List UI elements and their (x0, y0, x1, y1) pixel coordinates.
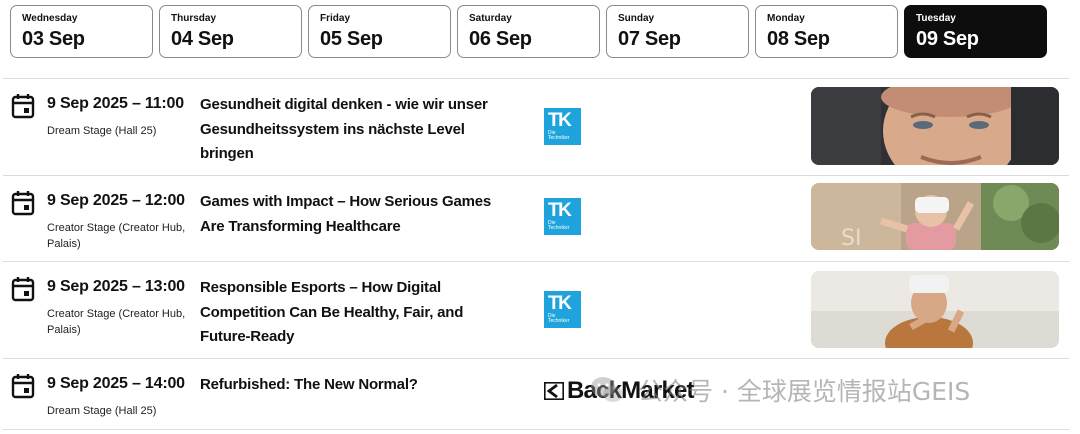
session-datetime: 9 Sep 2025 – 13:00 (47, 278, 185, 295)
day-weekday: Friday (320, 13, 351, 24)
day-date: 06 Sep (469, 28, 532, 50)
vr-child-photo-image: SI (811, 183, 1059, 250)
vr-woman-photo-image (811, 271, 1059, 348)
tk-mark: TK (548, 200, 572, 221)
session-venue: Dream Stage (Hall 25) (47, 125, 157, 137)
day-tab-thursday[interactable]: Thursday 04 Sep (159, 5, 302, 58)
watermark-text: 公众号 · 全球展览情报站GEIS (638, 377, 971, 406)
session-row[interactable]: 9 Sep 2025 – 12:00 Creator Stage (Creato… (3, 175, 1069, 261)
sponsor-logo-tk: TK Die Techniker (544, 198, 581, 235)
session-title[interactable]: Responsible Esports – How Digital Compet… (200, 276, 510, 350)
session-venue: Creator Stage (Creator Hub, Palais) (47, 308, 186, 336)
day-tab-wednesday[interactable]: Wednesday 03 Sep (10, 5, 153, 58)
tk-subtitle: Die Techniker (548, 220, 570, 231)
session-image (811, 87, 1059, 165)
watermark: 公众号 · 全球展览情报站GEIS (590, 372, 970, 408)
day-date: 03 Sep (22, 28, 85, 50)
day-weekday: Wednesday (22, 13, 78, 24)
session-image: SI (811, 183, 1059, 250)
session-row[interactable]: 9 Sep 2025 – 13:00 Creator Stage (Creato… (3, 261, 1069, 358)
session-title[interactable]: Refurbished: The New Normal? (200, 373, 510, 398)
session-venue: Dream Stage (Hall 25) (47, 405, 157, 417)
svg-text:SI: SI (841, 226, 861, 250)
session-title[interactable]: Gesundheit digital denken - wie wir unse… (200, 93, 510, 167)
day-tab-saturday[interactable]: Saturday 06 Sep (457, 5, 600, 58)
day-date: 08 Sep (767, 28, 830, 50)
day-tab-monday[interactable]: Monday 08 Sep (755, 5, 898, 58)
backmarket-mark-icon (544, 382, 564, 400)
tk-subtitle: Die Techniker (548, 313, 570, 324)
sponsor-logo-tk: TK Die Techniker (544, 108, 581, 145)
session-image (811, 271, 1059, 348)
day-tab-friday[interactable]: Friday 05 Sep (308, 5, 451, 58)
day-date: 05 Sep (320, 28, 383, 50)
tk-mark: TK (548, 293, 572, 314)
session-title[interactable]: Games with Impact – How Serious Games Ar… (200, 190, 510, 239)
calendar-icon (11, 94, 35, 119)
day-weekday: Thursday (171, 13, 217, 24)
session-datetime: 9 Sep 2025 – 14:00 (47, 375, 185, 392)
day-weekday: Saturday (469, 13, 512, 24)
day-date: 07 Sep (618, 28, 681, 50)
session-datetime: 9 Sep 2025 – 12:00 (47, 192, 185, 209)
day-tab-tuesday[interactable]: Tuesday 09 Sep (904, 5, 1047, 58)
day-date: 04 Sep (171, 28, 234, 50)
day-tab-sunday[interactable]: Sunday 07 Sep (606, 5, 749, 58)
sponsor-logo-tk: TK Die Techniker (544, 291, 581, 328)
tk-mark: TK (548, 110, 572, 131)
session-row[interactable]: 9 Sep 2025 – 11:00 Dream Stage (Hall 25)… (3, 78, 1069, 175)
day-weekday: Sunday (618, 13, 655, 24)
day-weekday: Tuesday (916, 13, 956, 24)
day-weekday: Monday (767, 13, 805, 24)
portrait-photo-image (811, 87, 1059, 165)
calendar-icon (11, 277, 35, 302)
session-datetime: 9 Sep 2025 – 11:00 (47, 95, 184, 112)
day-tabs: Wednesday 03 Sep Thursday 04 Sep Friday … (10, 5, 1047, 58)
session-venue: Creator Stage (Creator Hub, Palais) (47, 222, 186, 250)
calendar-icon (11, 191, 35, 216)
tk-subtitle: Die Techniker (548, 130, 570, 141)
day-date: 09 Sep (916, 28, 979, 50)
wechat-icon (591, 377, 623, 402)
calendar-icon (11, 374, 35, 399)
